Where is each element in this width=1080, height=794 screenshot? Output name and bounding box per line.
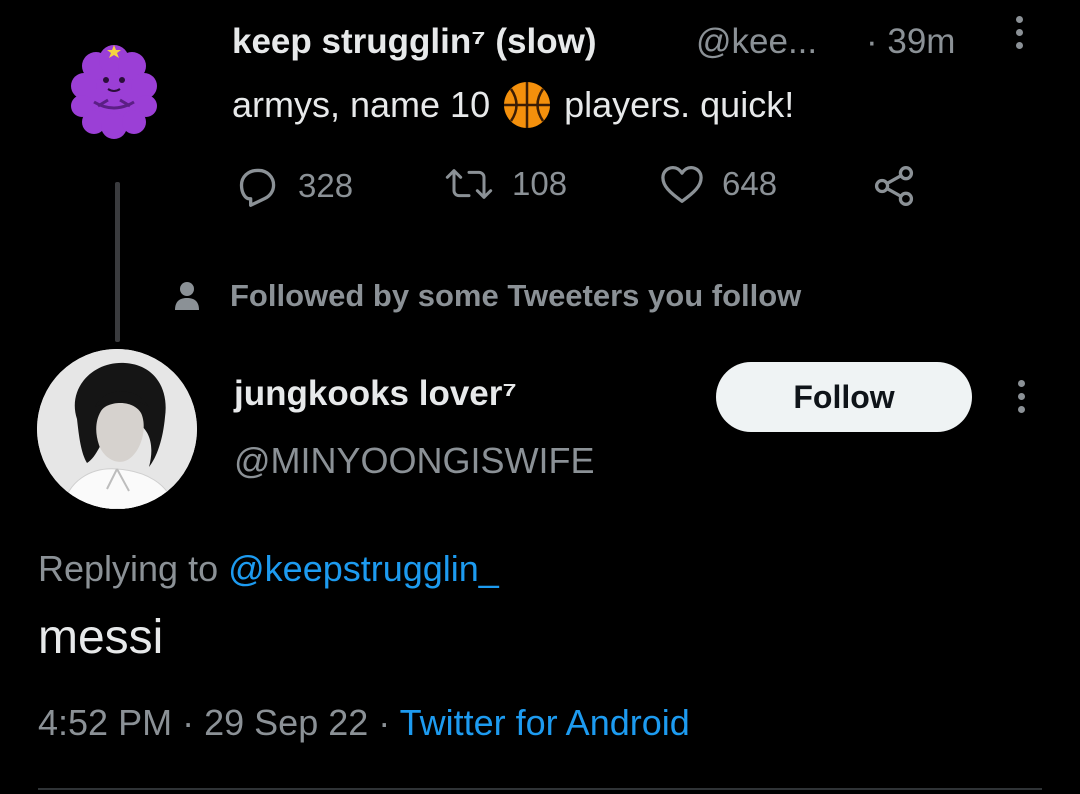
tweet-date[interactable]: 29 Sep 22: [204, 702, 368, 743]
parent-display-name[interactable]: keep strugglin⁷ (slow): [232, 22, 596, 62]
followed-by-notice: Followed by some Tweeters you follow: [230, 278, 802, 313]
parent-tweet-text: armys, name 10 players. quick!: [232, 80, 794, 130]
meta-separator: ·: [182, 702, 195, 743]
parent-timestamp[interactable]: · 39m: [866, 22, 955, 62]
tweet-source-link[interactable]: Twitter for Android: [400, 702, 690, 743]
person-icon: [175, 282, 199, 310]
retweet-icon: [445, 169, 493, 199]
social-context: Followed by some Tweeters you follow: [174, 278, 801, 314]
parent-text-before: armys, name 10: [232, 84, 491, 125]
reply-avatar[interactable]: [37, 349, 197, 509]
thread-connector-line: [115, 182, 120, 342]
like-count: 648: [722, 165, 778, 202]
basketball-emoji-icon: [502, 80, 552, 130]
share-button[interactable]: [872, 164, 916, 208]
reply-tweet-text: messi: [38, 611, 164, 664]
follow-button[interactable]: Follow: [716, 362, 972, 432]
replying-prefix: Replying to: [38, 548, 219, 589]
meta-separator: ·: [378, 702, 391, 743]
reply-display-name[interactable]: jungkooks lover⁷: [234, 374, 517, 414]
parent-avatar[interactable]: [68, 40, 160, 140]
parent-text-after: players. quick!: [564, 84, 795, 125]
reply-more-options-icon[interactable]: [1016, 380, 1026, 420]
reply-icon: [239, 168, 276, 207]
share-icon: [874, 166, 914, 206]
retweet-button[interactable]: 108: [444, 164, 567, 204]
lumpy-space-princess-avatar: [71, 45, 157, 139]
tweet-time[interactable]: 4:52 PM: [38, 702, 172, 743]
heart-icon: [661, 166, 703, 203]
divider: [38, 788, 1042, 790]
like-button[interactable]: 648: [660, 164, 777, 204]
profile-photo-avatar: [37, 349, 197, 509]
parent-handle[interactable]: @kee...: [696, 22, 817, 62]
retweet-count: 108: [512, 165, 568, 202]
replying-mention-link[interactable]: @keepstrugglin_: [228, 548, 499, 589]
reply-handle[interactable]: @MINYOONGISWIFE: [234, 440, 595, 482]
replying-to-line: Replying to @keepstrugglin_: [38, 548, 499, 590]
tweet-metadata: 4:52 PM · 29 Sep 22 · Twitter for Androi…: [38, 702, 690, 744]
parent-more-options-icon[interactable]: [1014, 16, 1024, 56]
reply-button[interactable]: 328: [236, 164, 353, 208]
reply-count: 328: [298, 167, 354, 204]
